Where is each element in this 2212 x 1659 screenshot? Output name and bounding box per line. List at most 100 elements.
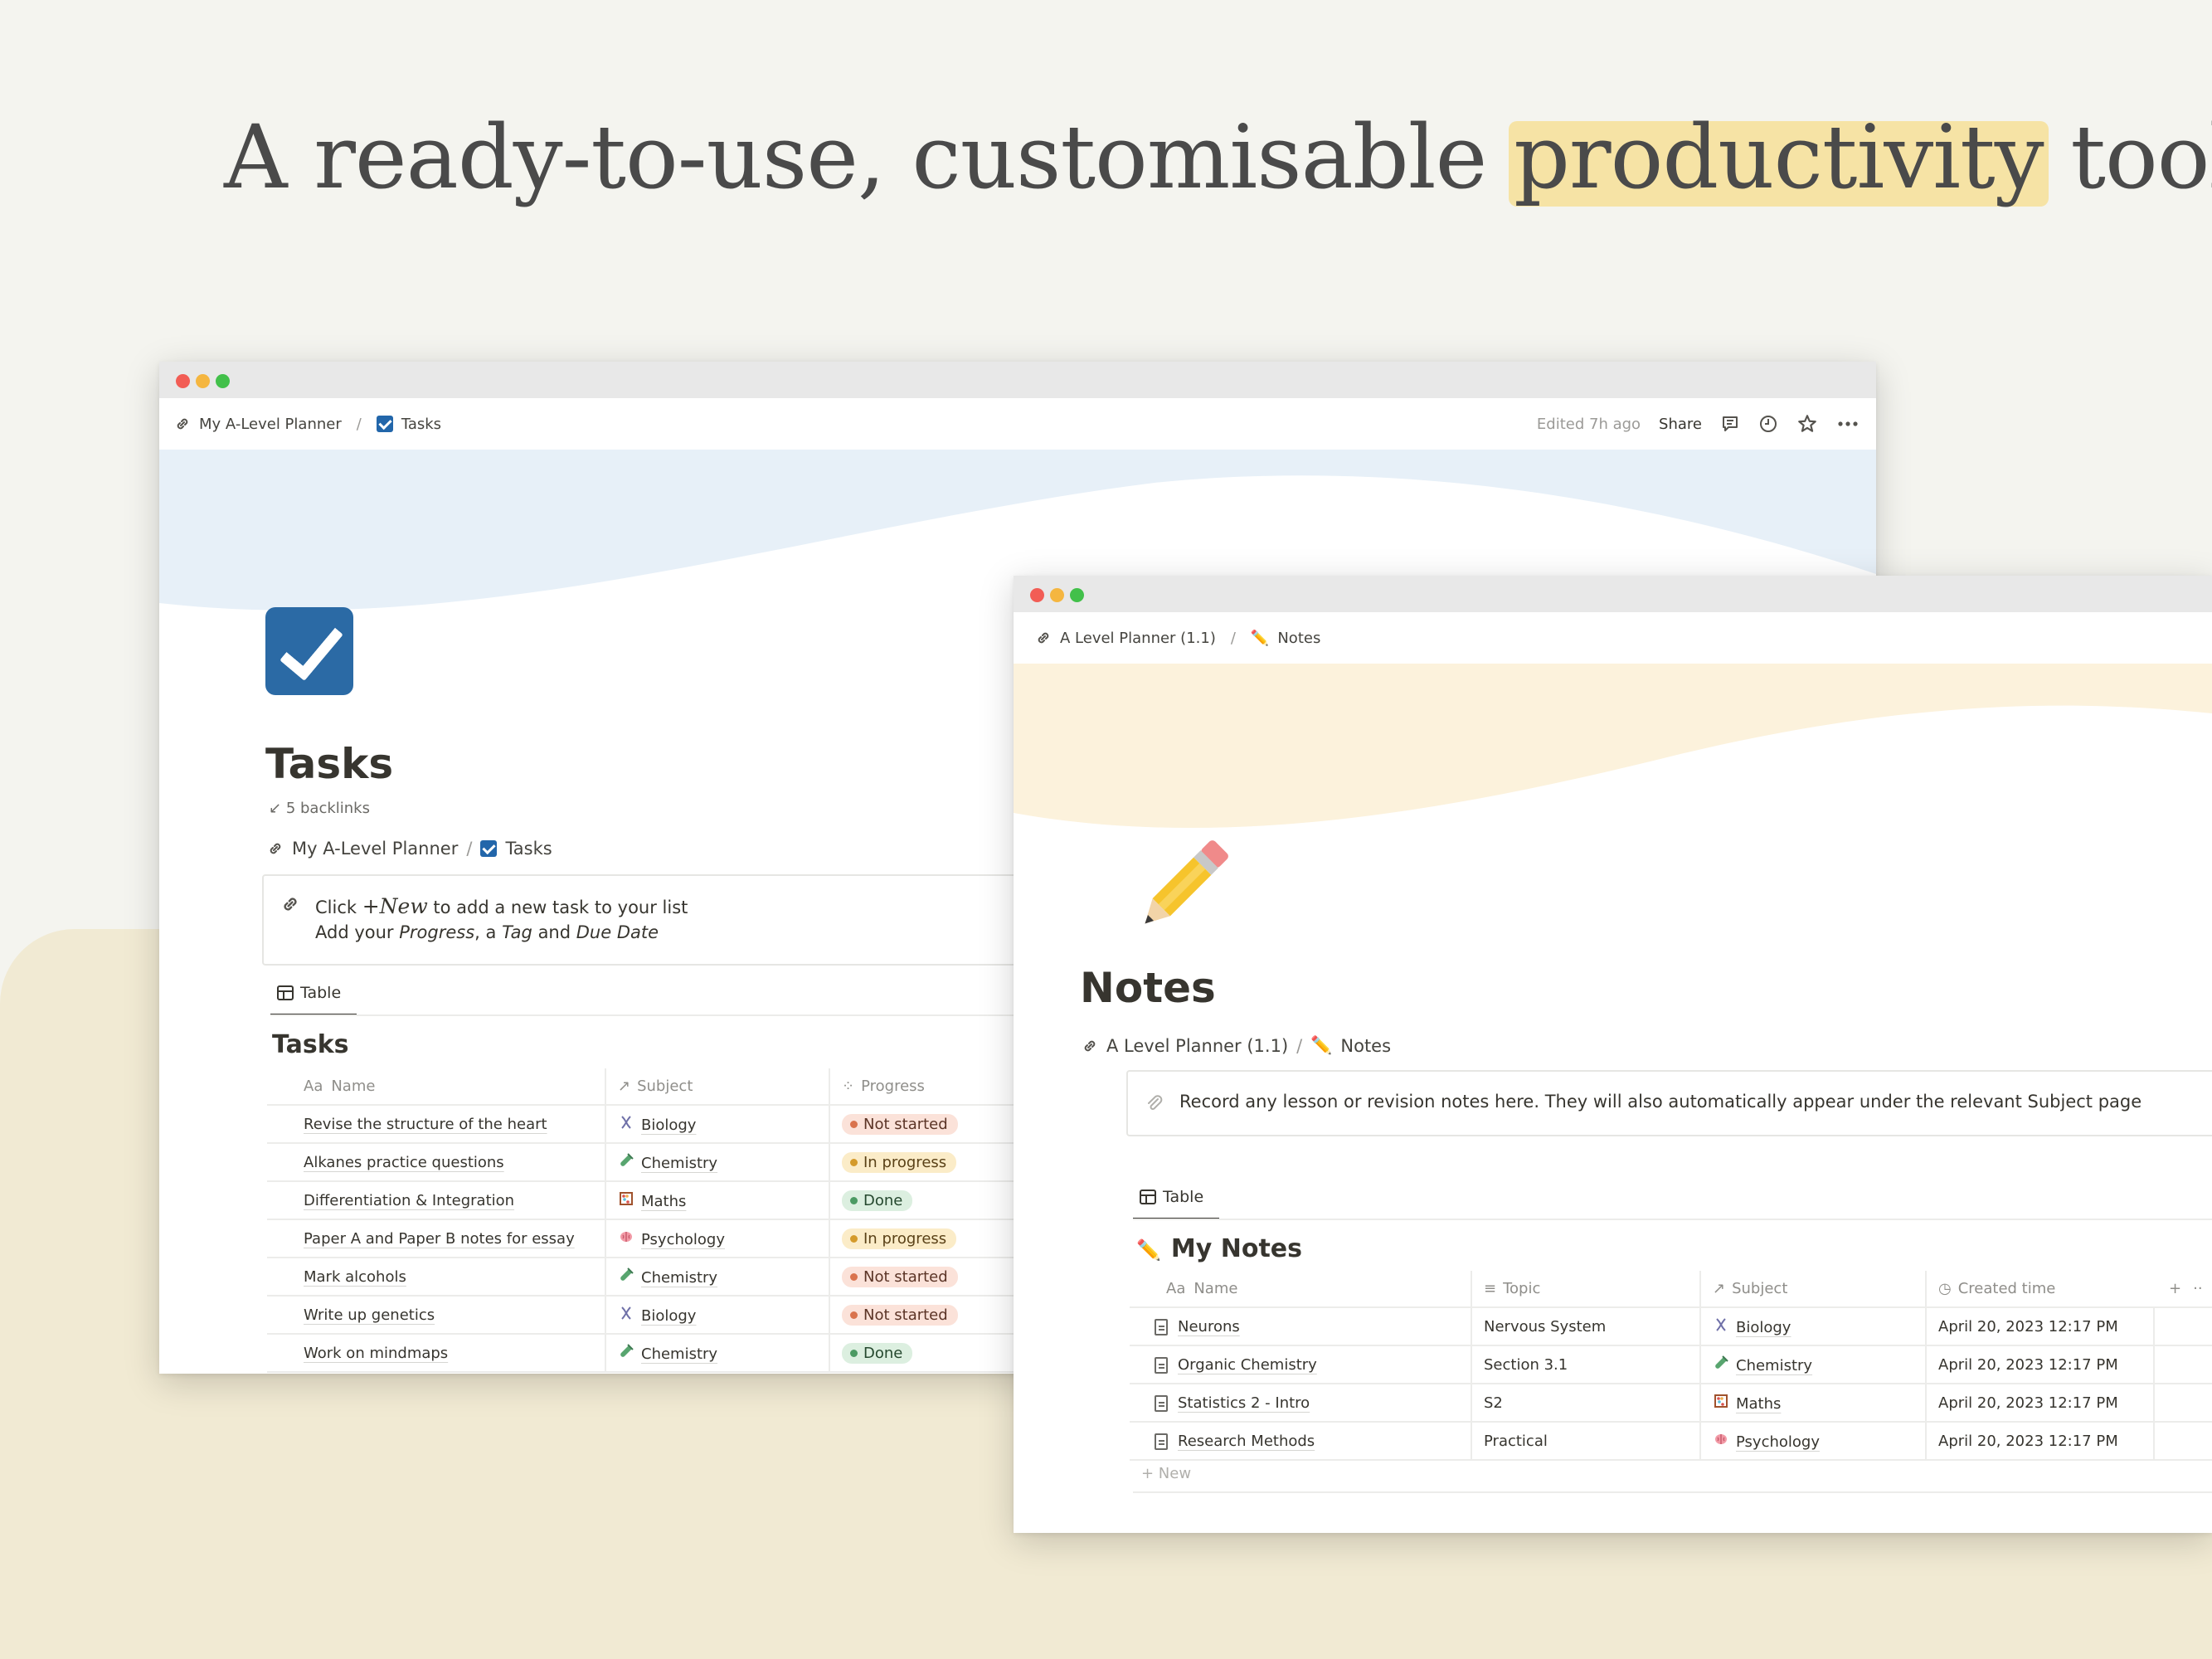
task-name-cell[interactable]: Revise the structure of the heart [267, 1105, 605, 1144]
note-subject-cell[interactable]: Psychology [1699, 1422, 1926, 1461]
column-header-name[interactable]: Aa Name [1130, 1271, 1471, 1308]
task-name-cell[interactable]: Work on mindmaps [267, 1334, 605, 1373]
tab-table[interactable]: Table [277, 984, 341, 1010]
task-name-cell[interactable]: Paper A and Paper B notes for essay [267, 1219, 605, 1258]
breadcrumb-root[interactable]: A Level Planner (1.1) [1060, 630, 1216, 647]
tasks-window-titlebar[interactable] [159, 362, 1876, 398]
inline-crumb-root[interactable]: My A-Level Planner [292, 839, 458, 859]
maximize-window-button[interactable] [216, 374, 230, 388]
task-name[interactable]: Revise the structure of the heart [304, 1116, 547, 1133]
task-subject[interactable]: Psychology [641, 1231, 725, 1248]
note-topic: S2 [1484, 1394, 1503, 1412]
task-subject[interactable]: Chemistry [641, 1345, 717, 1363]
breadcrumb-page[interactable]: Tasks [401, 416, 441, 433]
tab-table[interactable]: Table [1140, 1188, 1203, 1214]
minimize-window-button[interactable] [1050, 588, 1064, 602]
maximize-window-button[interactable] [1070, 588, 1084, 602]
note-topic-cell[interactable]: Nervous System [1471, 1307, 1700, 1346]
column-header-name[interactable]: Aa Name [267, 1068, 605, 1106]
star-icon[interactable] [1796, 413, 1818, 435]
note-name[interactable]: Organic Chemistry [1178, 1356, 1317, 1374]
breadcrumb-root[interactable]: My A-Level Planner [199, 416, 342, 433]
status-badge[interactable]: Not started [842, 1266, 958, 1287]
note-name-cell[interactable]: Neurons [1130, 1307, 1471, 1346]
task-name[interactable]: Mark alcohols [304, 1268, 406, 1286]
table-row[interactable]: Statistics 2 - Intro S2 Maths April 20, 202… [1130, 1384, 2212, 1423]
pencil-page-icon[interactable] [1128, 833, 1236, 941]
note-subject[interactable]: Biology [1736, 1319, 1791, 1336]
inline-crumb-page[interactable]: Tasks [505, 839, 552, 859]
note-subject-cell[interactable]: Biology [1699, 1307, 1926, 1346]
backlinks[interactable]: ↙ 5 backlinks [269, 800, 370, 817]
tab-table-label: Table [300, 984, 342, 1002]
task-name-cell[interactable]: Alkanes practice questions [267, 1143, 605, 1182]
add-column-button[interactable]: + [2169, 1280, 2181, 1297]
clock-icon[interactable] [1758, 414, 1778, 434]
status-badge[interactable]: Done [842, 1190, 913, 1211]
task-subject-cell[interactable]: Chemistry [605, 1334, 829, 1373]
comment-icon[interactable] [1720, 414, 1740, 434]
column-header-subject[interactable]: ↗ Subject [1699, 1271, 1926, 1308]
task-name[interactable]: Alkanes practice questions [304, 1154, 504, 1171]
task-name[interactable]: Paper A and Paper B notes for essay [304, 1230, 575, 1248]
note-subject-cell[interactable]: Maths [1699, 1384, 1926, 1423]
link-icon [1084, 1040, 1096, 1051]
notes-window-titlebar[interactable] [1014, 576, 2212, 612]
note-name-cell[interactable]: Organic Chemistry [1130, 1345, 1471, 1384]
new-row-button[interactable]: + New [1141, 1465, 1191, 1482]
note-name-cell[interactable]: Research Methods [1130, 1422, 1471, 1461]
minimize-window-button[interactable] [196, 374, 210, 388]
task-name[interactable]: Write up genetics [304, 1306, 435, 1324]
task-name-cell[interactable]: Write up genetics [267, 1296, 605, 1335]
task-subject-cell[interactable]: Chemistry [605, 1258, 829, 1297]
status-badge[interactable]: In progress [842, 1151, 957, 1173]
table-row[interactable]: Neurons Nervous System Biology April 20, 20… [1130, 1307, 2212, 1346]
relation-arrow-icon: ↗ [1713, 1280, 1726, 1297]
share-button[interactable]: Share [1659, 416, 1702, 433]
status-badge[interactable]: Not started [842, 1304, 958, 1326]
task-name-cell[interactable]: Mark alcohols [267, 1258, 605, 1297]
note-topic-cell[interactable]: Section 3.1 [1471, 1345, 1700, 1384]
table-row[interactable]: Research Methods Practical Psychology April… [1130, 1422, 2212, 1461]
task-name[interactable]: Work on mindmaps [304, 1345, 448, 1362]
task-subject[interactable]: Chemistry [641, 1155, 717, 1172]
column-header-created[interactable]: ◷ Created time [1925, 1271, 2154, 1308]
note-topic-cell[interactable]: Practical [1471, 1422, 1700, 1461]
note-name[interactable]: Neurons [1178, 1318, 1240, 1335]
task-subject[interactable]: Maths [641, 1193, 686, 1210]
task-subject[interactable]: Biology [641, 1307, 696, 1325]
task-subject-cell[interactable]: Chemistry [605, 1143, 829, 1182]
task-subject[interactable]: Biology [641, 1117, 696, 1134]
note-topic-cell[interactable]: S2 [1471, 1384, 1700, 1423]
task-name[interactable]: Differentiation & Integration [304, 1192, 514, 1209]
status-badge[interactable]: Done [842, 1342, 913, 1364]
test-tube-icon [618, 1152, 634, 1172]
task-subject-cell[interactable]: Biology [605, 1296, 829, 1335]
task-name-cell[interactable]: Differentiation & Integration [267, 1181, 605, 1220]
inline-crumb-root[interactable]: A Level Planner (1.1) [1106, 1036, 1288, 1056]
more-options-icon[interactable] [1836, 414, 1860, 434]
note-subject[interactable]: Chemistry [1736, 1357, 1812, 1374]
dna-icon [618, 1306, 634, 1325]
note-name[interactable]: Research Methods [1178, 1433, 1315, 1450]
page-icon-checkbox[interactable] [265, 607, 353, 695]
close-window-button[interactable] [1030, 588, 1044, 602]
task-subject[interactable]: Chemistry [641, 1269, 717, 1287]
note-name-cell[interactable]: Statistics 2 - Intro [1130, 1384, 1471, 1423]
note-name[interactable]: Statistics 2 - Intro [1178, 1394, 1310, 1412]
status-badge[interactable]: Not started [842, 1113, 958, 1135]
status-badge[interactable]: In progress [842, 1228, 957, 1249]
note-subject[interactable]: Maths [1736, 1395, 1781, 1413]
close-window-button[interactable] [176, 374, 190, 388]
inline-crumb-page[interactable]: Notes [1340, 1036, 1391, 1056]
task-subject-cell[interactable]: Psychology [605, 1219, 829, 1258]
breadcrumb-page[interactable]: Notes [1277, 630, 1320, 647]
note-subject-cell[interactable]: Chemistry [1699, 1345, 1926, 1384]
task-subject-cell[interactable]: Biology [605, 1105, 829, 1144]
note-subject[interactable]: Psychology [1736, 1433, 1820, 1451]
column-more-button[interactable]: ·· [2193, 1280, 2202, 1297]
table-row[interactable]: Organic Chemistry Section 3.1 Chemistry Apr… [1130, 1345, 2212, 1384]
column-header-subject[interactable]: ↗ Subject [605, 1068, 829, 1106]
column-header-topic[interactable]: ≡ Topic [1471, 1271, 1700, 1308]
task-subject-cell[interactable]: Maths [605, 1181, 829, 1220]
